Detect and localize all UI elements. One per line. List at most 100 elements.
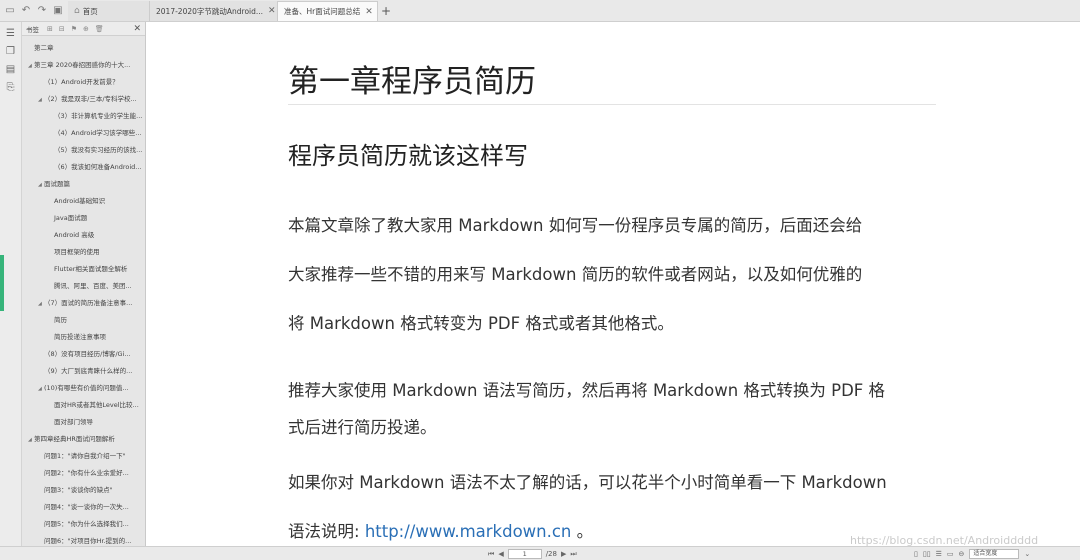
- page-navigation: ⏮ ◀ 1 /28 ▶ ⏭: [488, 549, 577, 559]
- bookmark-item[interactable]: 问题2："你有什么业余爱好...: [22, 465, 145, 482]
- attachment-icon[interactable]: ⎘: [0, 82, 21, 94]
- bookmark-item-label: （7）面试的简历准备注意事...: [44, 299, 133, 307]
- bookmark-tree: 第二章 ◢ 第三章 2020春招困惑你的十大... （1）Android开发前景？ ◢ （…: [22, 36, 145, 546]
- prev-page-icon[interactable]: ◀: [498, 550, 503, 558]
- bookmark-item[interactable]: 问题1："请你自我介绍一下": [22, 448, 145, 465]
- markdown-link[interactable]: http://www.markdown.cn: [365, 522, 572, 541]
- bookmark-panel-header: 书签 ⊞ ⊟ ⚑ ⊕ 🗑 ✕: [22, 22, 145, 36]
- close-tab-icon[interactable]: ✕: [263, 6, 276, 16]
- bookmark-item-label: Flutter相关面试题全解析: [54, 265, 128, 273]
- bookmark-item[interactable]: Android基础知识: [22, 193, 145, 210]
- bookmark-item[interactable]: （5）我没有实习经历的该找...: [22, 142, 145, 159]
- bookmark-icon[interactable]: ⚑: [71, 25, 77, 33]
- bookmark-item[interactable]: 面对部门领导: [22, 414, 145, 431]
- bookmark-item[interactable]: 问题3："谈谈你的缺点": [22, 482, 145, 499]
- bookmark-item[interactable]: ◢ (10)有哪些有价值的问题值...: [22, 380, 145, 397]
- bookmark-item[interactable]: （6）我该如何准备Android...: [22, 159, 145, 176]
- new-tab-button[interactable]: +: [378, 1, 394, 21]
- bookmark-item-label: 问题4："谈一谈你的一次失...: [44, 503, 129, 511]
- bookmark-item[interactable]: Android 高级: [22, 227, 145, 244]
- bookmark-item[interactable]: 腾讯、阿里、百度、美团...: [22, 278, 145, 295]
- bookmark-item[interactable]: Java面试题: [22, 210, 145, 227]
- paragraph-line: 将 Markdown 格式转变为 PDF 格式或者其他格式。: [288, 314, 674, 333]
- link-label: 语法说明:: [288, 522, 365, 541]
- tab-home[interactable]: ⌂ 首页: [68, 1, 150, 21]
- bookmark-item-label: 问题3："谈谈你的缺点": [44, 486, 113, 494]
- paragraph-line: 如果你对 Markdown 语法不太了解的话，可以花半个小时简单看一下 Mark…: [288, 473, 887, 492]
- tab-hr-interview[interactable]: 准备、Hr面试问题总结 ✕: [278, 1, 378, 21]
- collapse-icon[interactable]: ⊟: [59, 25, 65, 33]
- bookmark-item[interactable]: 问题5："你为什么选择我们...: [22, 516, 145, 533]
- bookmark-item[interactable]: 面对HR或者其他Level比较...: [22, 397, 145, 414]
- bookmark-item[interactable]: 第二章: [22, 40, 145, 57]
- bookmark-item-label: 简历投递注意事项: [54, 333, 106, 341]
- bookmark-item[interactable]: 简历: [22, 312, 145, 329]
- save-icon[interactable]: ▣: [52, 5, 64, 16]
- bookmark-item-label: 第四章经典HR面试问题解析: [34, 435, 115, 443]
- bookmark-panel-title: 书签: [26, 25, 39, 34]
- paragraph-line: 本篇文章除了教大家用 Markdown 如何写一份程序员专属的简历，后面还会给: [288, 216, 863, 235]
- bookmark-item[interactable]: （1）Android开发前景？: [22, 74, 145, 91]
- outline-icon[interactable]: ☰: [0, 28, 21, 40]
- bookmark-item[interactable]: （3）非计算机专业的学生能...: [22, 108, 145, 125]
- bookmark-item-label: Android基础知识: [54, 197, 106, 205]
- chevron-down-icon[interactable]: ⌄: [1024, 550, 1030, 558]
- bookmark-item-label: 问题6："对项目你Hr.提到的...: [44, 537, 132, 545]
- redo-icon[interactable]: ↷: [36, 5, 48, 16]
- page-total: /28: [545, 550, 557, 558]
- bookmark-item[interactable]: ◢ 第三章 2020春招困惑你的十大...: [22, 57, 145, 74]
- bookmark-item[interactable]: ◢ （7）面试的简历准备注意事...: [22, 295, 145, 312]
- status-bar: ⏮ ◀ 1 /28 ▶ ⏭ ▯ ▯▯ ☰ ▭ ⊖ 适合宽度 ⌄: [0, 546, 1080, 560]
- undo-icon[interactable]: ↶: [20, 5, 32, 16]
- bookmark-item[interactable]: 问题6："对项目你Hr.提到的...: [22, 533, 145, 546]
- tab-bytedance-doc[interactable]: 2017-2020字节跳动Android... ✕: [150, 1, 278, 21]
- expand-icon[interactable]: ⊞: [47, 25, 53, 33]
- zoom-select[interactable]: 适合宽度: [969, 549, 1020, 559]
- bookmark-item-label: 面试题篇: [44, 180, 70, 188]
- bookmark-item-label: （6）我该如何准备Android...: [54, 163, 142, 171]
- paragraph-line: 式后进行简历投递。: [288, 418, 437, 437]
- comment-icon[interactable]: ▤: [0, 64, 21, 76]
- bookmark-item-label: Android 高级: [54, 231, 95, 239]
- close-icon[interactable]: ✕: [133, 24, 141, 34]
- bookmark-item-label: （1）Android开发前景？: [44, 78, 119, 86]
- bookmark-item-label: 简历: [54, 316, 67, 324]
- bookmark-item[interactable]: 问题4："谈一谈你的一次失...: [22, 499, 145, 516]
- quick-access-toolbar: ▭ ↶ ↷ ▣: [0, 0, 68, 21]
- bookmark-item-label: Java面试题: [54, 214, 88, 222]
- page-number-input[interactable]: 1: [507, 549, 542, 559]
- bookmark-item[interactable]: ◢ （2）我是双非/三本/专科学校...: [22, 91, 145, 108]
- bookmark-item-label: 面对部门领导: [54, 418, 93, 426]
- thumbnail-icon[interactable]: ❐: [0, 46, 21, 58]
- bookmark-item[interactable]: （8）没有项目经历/博客/Gi...: [22, 346, 145, 363]
- single-page-view-icon[interactable]: ▯: [914, 550, 918, 558]
- bookmark-item-label: 项目框架的使用: [54, 248, 100, 256]
- close-tab-icon[interactable]: ✕: [360, 7, 373, 17]
- bookmark-item-label: 腾讯、阿里、百度、美团...: [54, 282, 132, 290]
- bookmark-item[interactable]: 项目框架的使用: [22, 244, 145, 261]
- bookmark-item[interactable]: ◢ 面试题篇: [22, 176, 145, 193]
- bookmark-item[interactable]: （9）大厂到底青睐什么样的...: [22, 363, 145, 380]
- tab-bar: ▭ ↶ ↷ ▣ ⌂ 首页 2017-2020字节跳动Android... ✕ 准…: [0, 0, 1080, 22]
- bookmark-item[interactable]: 简历投递注意事项: [22, 329, 145, 346]
- bookmark-item[interactable]: ◢ 第四章经典HR面试问题解析: [22, 431, 145, 448]
- bookmark-item-label: 第二章: [34, 44, 54, 52]
- collapse-handle[interactable]: [0, 255, 4, 311]
- double-page-view-icon[interactable]: ▯▯: [923, 550, 931, 558]
- open-folder-icon[interactable]: ▭: [4, 5, 16, 16]
- bookmark-item-label: 面对HR或者其他Level比较...: [54, 401, 139, 409]
- bookmark-item-label: （3）非计算机专业的学生能...: [54, 112, 143, 120]
- add-bookmark-icon[interactable]: ⊕: [83, 25, 89, 33]
- zoom-out-icon[interactable]: ⊖: [958, 550, 964, 558]
- continuous-view-icon[interactable]: ☰: [936, 550, 942, 558]
- bookmark-item-label: （4）Android学习该学哪些...: [54, 129, 142, 137]
- first-page-icon[interactable]: ⏮: [488, 550, 494, 559]
- next-page-icon[interactable]: ▶: [561, 550, 566, 558]
- book-view-icon[interactable]: ▭: [947, 550, 954, 558]
- bookmark-item[interactable]: （4）Android学习该学哪些...: [22, 125, 145, 142]
- section-title: 程序员简历就该这样写: [288, 142, 528, 170]
- last-page-icon[interactable]: ⏭: [570, 550, 576, 559]
- chapter-title: 第一章程序员简历: [288, 64, 536, 100]
- delete-icon[interactable]: 🗑: [95, 25, 104, 33]
- bookmark-item[interactable]: Flutter相关面试题全解析: [22, 261, 145, 278]
